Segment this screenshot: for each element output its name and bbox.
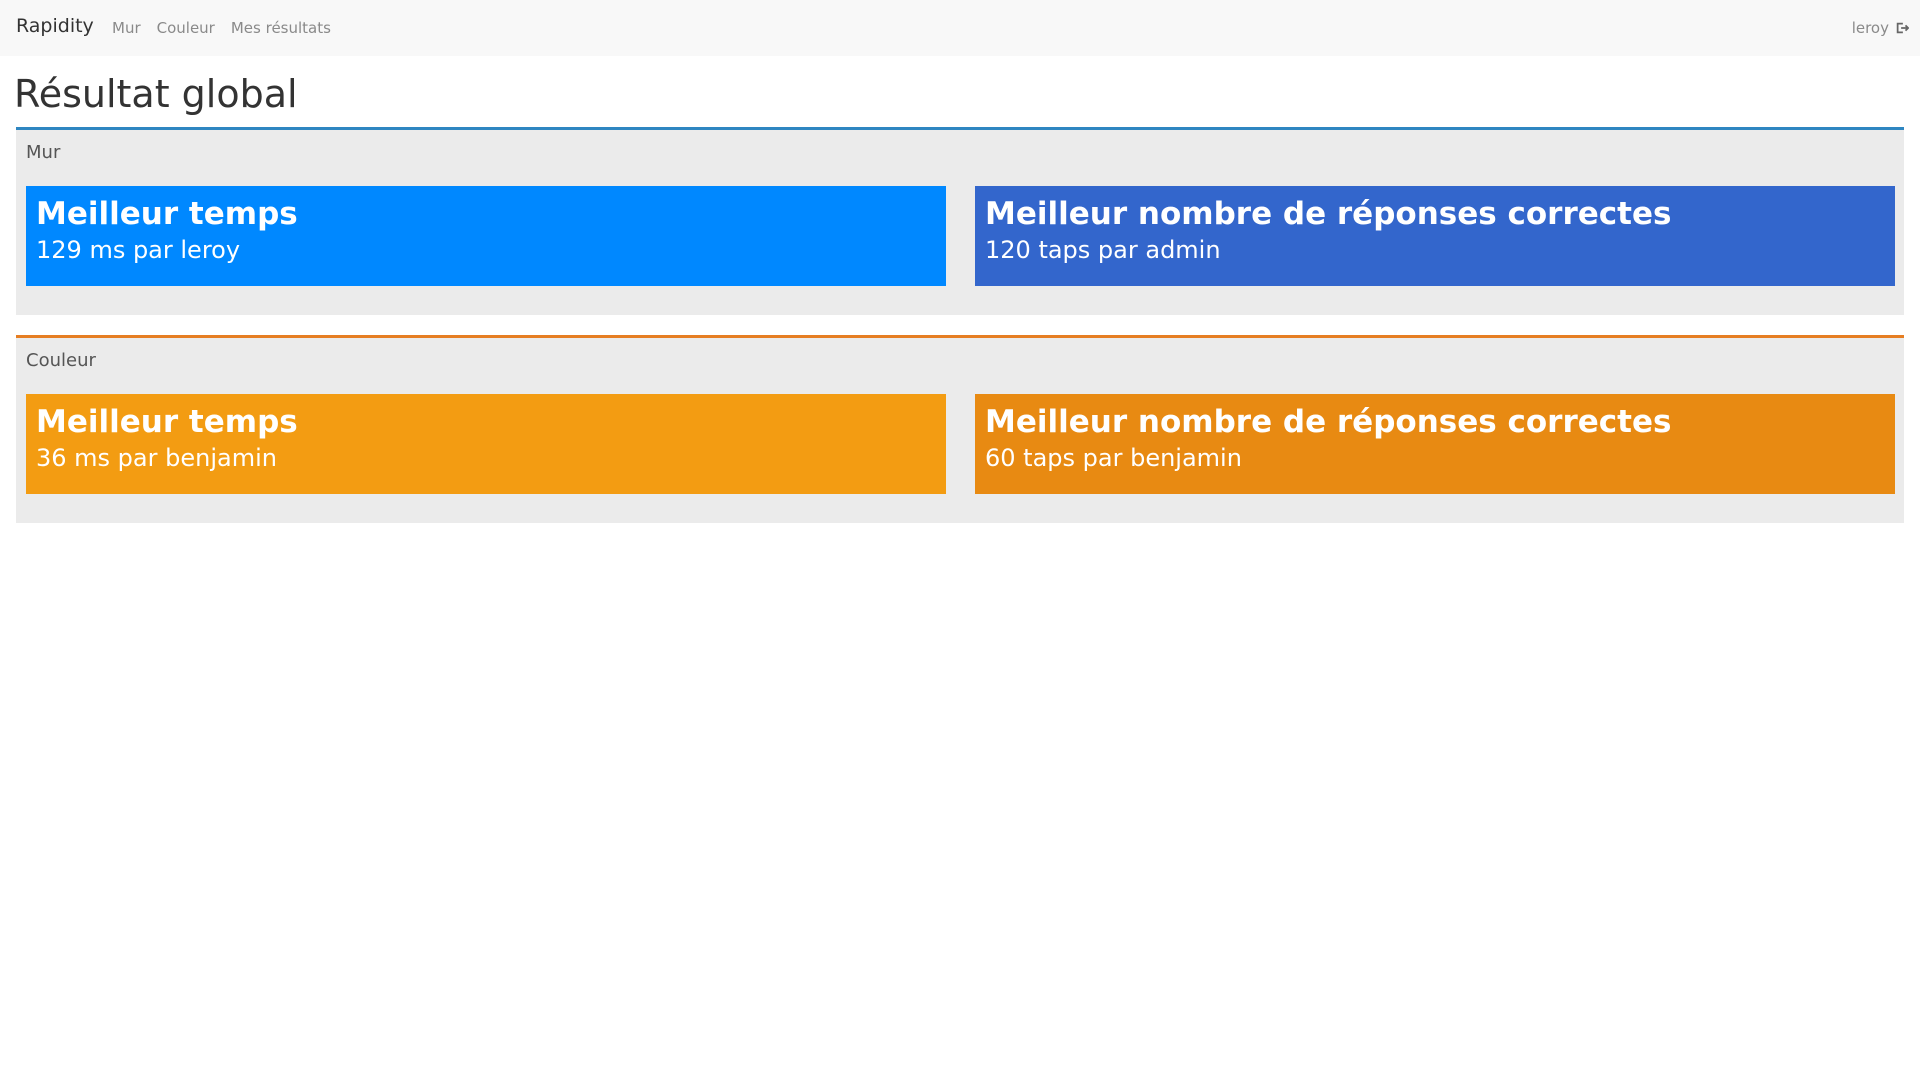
card-value: 36 ms par benjamin: [36, 444, 277, 472]
navbar: Rapidity Mur Couleur Mes résultats leroy: [0, 0, 1920, 56]
brand-link[interactable]: Rapidity: [16, 15, 94, 37]
page-title: Résultat global: [14, 72, 298, 116]
card-title: Meilleur temps: [36, 196, 298, 232]
nav-link-mur[interactable]: Mur: [112, 19, 141, 37]
logout-icon[interactable]: [1895, 21, 1909, 35]
card-title: Meilleur temps: [36, 404, 298, 440]
card-best-time: Meilleur temps 36 ms par benjamin: [26, 394, 946, 494]
nav-links: Mur Couleur Mes résultats: [112, 19, 331, 37]
section-label: Mur: [26, 142, 61, 163]
section-mur: Mur Meilleur temps 129 ms par leroy Meil…: [16, 127, 1904, 315]
section-label: Couleur: [26, 350, 96, 371]
card-best-correct-answers: Meilleur nombre de réponses correctes 60…: [975, 394, 1895, 494]
card-value: 129 ms par leroy: [36, 236, 241, 264]
nav-link-mes-resultats[interactable]: Mes résultats: [231, 19, 331, 37]
user-name: leroy: [1851, 19, 1889, 37]
card-title: Meilleur nombre de réponses correctes: [985, 196, 1672, 232]
card-title: Meilleur nombre de réponses correctes: [985, 404, 1672, 440]
card-value: 60 taps par benjamin: [985, 444, 1242, 472]
user-menu[interactable]: leroy: [1852, 19, 1909, 37]
card-best-correct-answers: Meilleur nombre de réponses correctes 12…: [975, 186, 1895, 286]
section-couleur: Couleur Meilleur temps 36 ms par benjami…: [16, 335, 1904, 523]
card-value: 120 taps par admin: [985, 236, 1221, 264]
nav-link-couleur[interactable]: Couleur: [157, 19, 215, 37]
card-best-time: Meilleur temps 129 ms par leroy: [26, 186, 946, 286]
